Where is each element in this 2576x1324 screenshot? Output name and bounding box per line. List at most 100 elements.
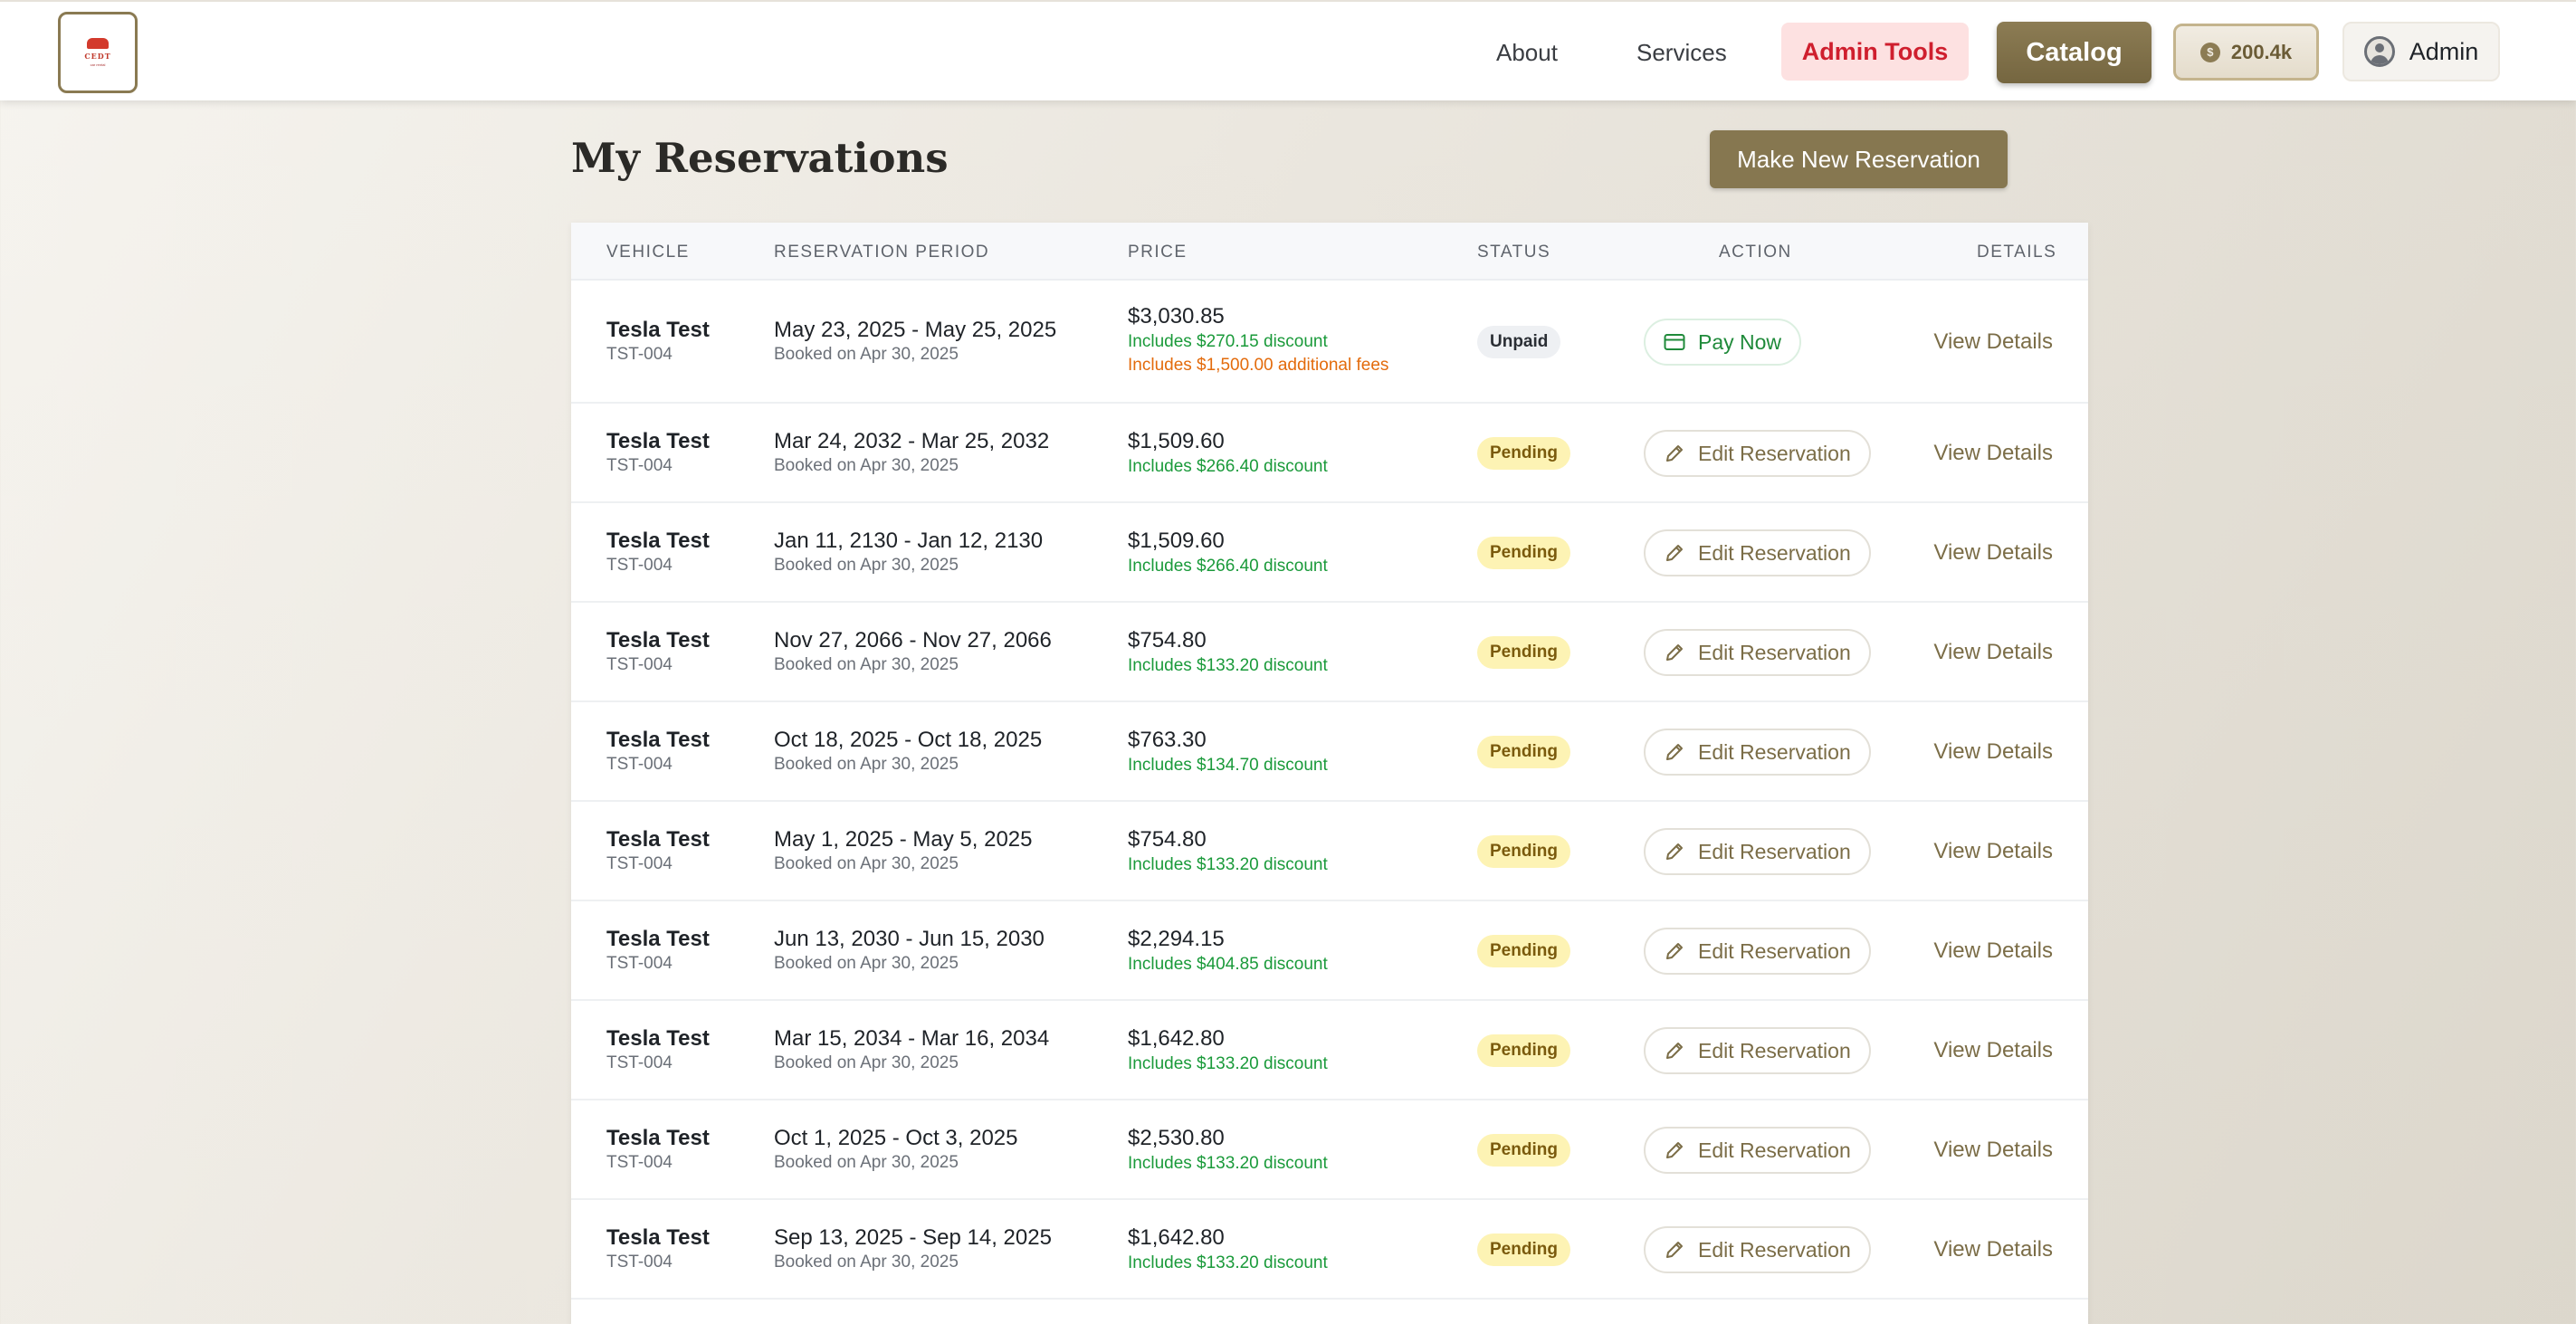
user-avatar-icon (2363, 36, 2395, 67)
edit-reservation-button[interactable]: Edit Reservation (1644, 529, 1871, 576)
price-cell: $3,030.85 Includes $270.15 discount Includ… (1128, 303, 1388, 377)
price-total: $1,642.80 (1128, 1225, 1225, 1250)
price-cell: $2,294.15 Includes $404.85 discount (1128, 926, 1328, 976)
edit-reservation-button[interactable]: Edit Reservation (1644, 1127, 1871, 1174)
vehicle-name: Tesla Test (606, 429, 710, 453)
edit-reservation-label: Edit Reservation (1698, 1038, 1851, 1062)
status-cell: Pending (1477, 437, 1570, 470)
booked-date: Booked on Apr 30, 2025 (774, 655, 959, 674)
view-details-link[interactable]: View Details (1933, 639, 2053, 666)
edit-reservation-button[interactable]: Edit Reservation (1644, 1027, 1871, 1074)
edit-reservation-button[interactable]: Edit Reservation (1644, 629, 1871, 676)
price-cell: $763.30 Includes $134.70 discount (1128, 727, 1328, 777)
column-header-status: Status (1477, 243, 1551, 262)
reservation-period: Oct 18, 2025 - Oct 18, 2025 (774, 728, 1043, 752)
details-cell: View Details (1933, 738, 2053, 766)
brand-logo[interactable]: CEDT car rental (58, 12, 138, 93)
make-new-reservation-button[interactable]: Make New Reservation (1710, 130, 2008, 188)
action-cell: Edit Reservation (1644, 629, 1871, 676)
details-cell: View Details (1933, 639, 2053, 666)
edit-reservation-label: Edit Reservation (1698, 1138, 1851, 1162)
period-cell: Nov 27, 2066 - Nov 27, 2066 Booked on Apr… (774, 627, 1052, 676)
price-total: $1,509.60 (1128, 429, 1225, 453)
admin-tools-button[interactable]: Admin Tools (1781, 23, 1969, 81)
table-row: Tesla Test TST-004 Nov 27, 2066 - Nov 27, … (571, 603, 2088, 702)
pencil-icon (1664, 1040, 1685, 1062)
price-discount: Includes $266.40 discount (1128, 457, 1328, 476)
booked-date: Booked on Apr 30, 2025 (774, 1253, 959, 1272)
edit-reservation-label: Edit Reservation (1698, 441, 1851, 465)
vehicle-cell: Tesla Test TST-004 (606, 727, 710, 776)
vehicle-name: Tesla Test (606, 628, 710, 652)
edit-reservation-button[interactable]: Edit Reservation (1644, 928, 1871, 975)
booked-date: Booked on Apr 30, 2025 (774, 556, 959, 575)
details-cell: View Details (1933, 938, 2053, 965)
booked-date: Booked on Apr 30, 2025 (774, 1153, 959, 1172)
balance-display[interactable]: $ 200.4k (2173, 24, 2319, 81)
price-additional-fees: Includes $1,500.00 additional fees (1128, 356, 1389, 375)
action-cell: Edit Reservation (1644, 828, 1871, 875)
edit-reservation-label: Edit Reservation (1698, 739, 1851, 764)
edit-reservation-button[interactable]: Edit Reservation (1644, 729, 1871, 776)
pencil-icon (1664, 841, 1685, 862)
view-details-link[interactable]: View Details (1933, 539, 2053, 567)
table-row: Tesla Test TST-004 Mar 15, 2034 - Mar 16, … (571, 1001, 2088, 1100)
view-details-link[interactable]: View Details (1933, 440, 2053, 467)
column-header-price: Price (1128, 243, 1188, 262)
action-cell: Edit Reservation (1644, 430, 1871, 477)
details-cell: View Details (1933, 329, 2053, 356)
view-details-link[interactable]: View Details (1933, 329, 2053, 356)
price-cell: $1,509.60 Includes $266.40 discount (1128, 528, 1328, 578)
booked-date: Booked on Apr 30, 2025 (774, 954, 959, 973)
price-total: $2,294.15 (1128, 927, 1225, 951)
view-details-link[interactable]: View Details (1933, 838, 2053, 865)
view-details-link[interactable]: View Details (1933, 938, 2053, 965)
top-navbar: CEDT car rental About Services Admin Too… (0, 0, 2576, 100)
vehicle-name: Tesla Test (606, 1126, 710, 1150)
pencil-icon (1664, 940, 1685, 962)
period-cell: Oct 18, 2025 - Oct 18, 2025 Booked on Apr… (774, 727, 1042, 776)
status-cell: Pending (1477, 1234, 1570, 1266)
view-details-link[interactable]: View Details (1933, 1037, 2053, 1064)
status-badge: Pending (1477, 437, 1570, 470)
view-details-link[interactable]: View Details (1933, 1236, 2053, 1263)
edit-reservation-button[interactable]: Edit Reservation (1644, 828, 1871, 875)
vehicle-cell: Tesla Test TST-004 (606, 627, 710, 676)
booked-date: Booked on Apr 30, 2025 (774, 755, 959, 774)
nav-about-link[interactable]: About (1496, 34, 1558, 71)
status-badge: Pending (1477, 636, 1570, 669)
view-details-link[interactable]: View Details (1933, 1137, 2053, 1164)
edit-reservation-button[interactable]: Edit Reservation (1644, 1226, 1871, 1273)
vehicle-plate: TST-004 (606, 954, 673, 973)
pay-now-button[interactable]: Pay Now (1644, 319, 1802, 366)
catalog-button[interactable]: Catalog (1997, 22, 2151, 83)
vehicle-plate: TST-004 (606, 556, 673, 575)
pay-now-label: Pay Now (1698, 329, 1782, 354)
vehicle-plate: TST-004 (606, 1153, 673, 1172)
price-cell: $1,642.80 Includes $133.20 discount (1128, 1025, 1328, 1076)
pencil-icon (1664, 1139, 1685, 1161)
edit-reservation-button[interactable]: Edit Reservation (1644, 430, 1871, 477)
vehicle-name: Tesla Test (606, 728, 710, 752)
price-cell: $1,509.60 Includes $266.40 discount (1128, 428, 1328, 479)
vehicle-name: Tesla Test (606, 827, 710, 852)
nav-services-link[interactable]: Services (1636, 34, 1727, 71)
logo-text: CEDT (84, 52, 111, 61)
view-details-link[interactable]: View Details (1933, 738, 2053, 766)
user-menu-button[interactable]: Admin (2342, 22, 2500, 81)
details-cell: View Details (1933, 1137, 2053, 1164)
reservation-period: May 23, 2025 - May 25, 2025 (774, 318, 1057, 342)
coin-icon: $ (2199, 42, 2220, 62)
vehicle-cell: Tesla Test TST-004 (606, 1025, 710, 1074)
action-cell: Edit Reservation (1644, 529, 1871, 576)
price-discount: Includes $134.70 discount (1128, 756, 1328, 775)
price-total: $754.80 (1128, 827, 1207, 852)
booked-date: Booked on Apr 30, 2025 (774, 1053, 959, 1072)
status-cell: Pending (1477, 1034, 1570, 1067)
period-cell: Sep 13, 2025 - Sep 14, 2025 Booked on Apr… (774, 1224, 1052, 1273)
period-cell: Jan 11, 2130 - Jan 12, 2130 Booked on Apr… (774, 528, 1043, 576)
status-badge: Pending (1477, 835, 1570, 868)
column-header-vehicle: Vehicle (606, 243, 690, 262)
period-cell: Jun 13, 2030 - Jun 15, 2030 Booked on Apr… (774, 926, 1045, 975)
logo-subtext: car rental (90, 62, 106, 67)
